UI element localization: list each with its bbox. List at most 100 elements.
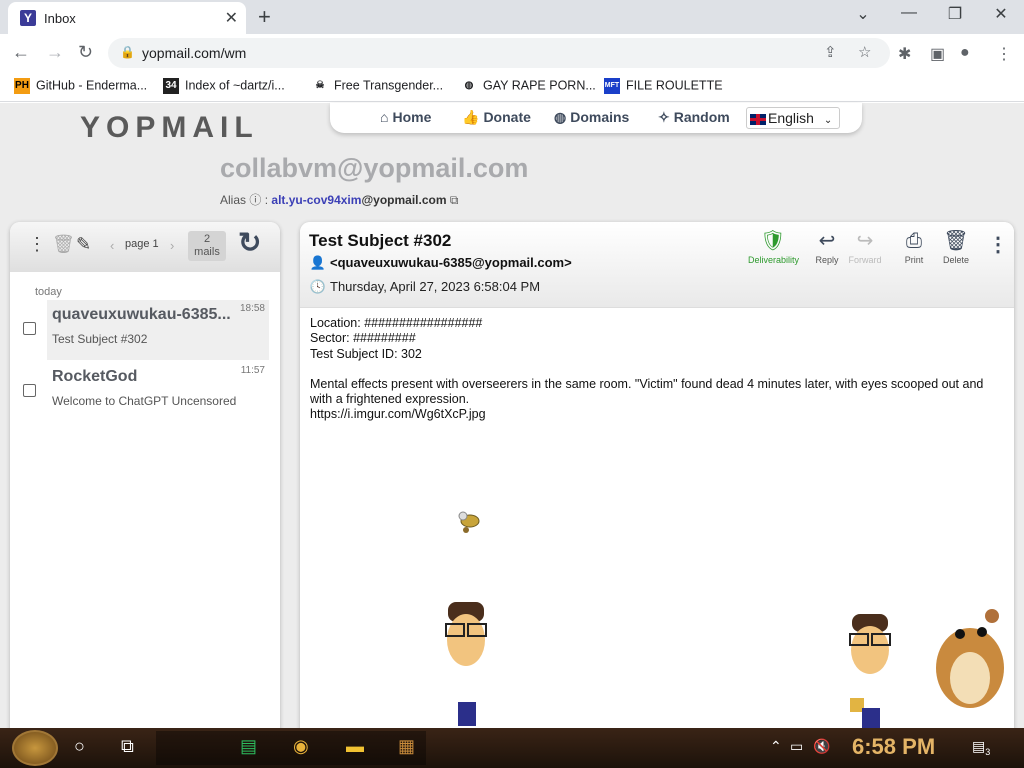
message-body: Location: ################# Sector: ####… [310,316,1000,423]
cartoon-character-sprite [849,614,891,728]
network-icon[interactable]: ▭ [790,738,803,755]
select-checkbox[interactable] [23,384,36,397]
tab-strip: Y Inbox ✕ + ⌄ — ❐ ✕ [0,0,1024,34]
home-icon: ⌂ [380,109,389,125]
list-item[interactable]: quaveuxuwukau-6385... 18:58 Test Subject… [23,300,269,360]
chrome-menu-icon[interactable]: ⋮ [996,44,1012,64]
bookmarks-bar: PH GitHub - Enderma... 34 Index of ~dartz/… [0,72,1024,102]
body-paragraph: Mental effects present with overseerers … [310,376,984,407]
forward-button[interactable]: ↪ Forward [840,230,890,265]
prev-page-icon[interactable]: ‹ [110,238,114,253]
tray-chevron-icon[interactable]: ⌃ [770,738,782,755]
body-test-id: Test Subject ID: 302 [310,346,422,361]
message-sender: 👤 <quaveuxuwukau-6385@yopmail.com> [309,255,572,270]
alias-link[interactable]: alt.yu-cov94xim [271,193,361,207]
refresh-icon[interactable]: ↻ [238,226,261,259]
nav-home[interactable]: ⌂ Home [380,109,431,125]
file-explorer-icon[interactable]: ▬ [346,736,364,757]
message-time: 18:58 [239,303,265,314]
tab-title: Inbox [44,11,76,26]
nav-random[interactable]: ✧ Random [658,109,730,126]
message-date: 🕓 Thursday, April 27, 2023 6:58:04 PM [309,279,541,294]
trash-icon: 🗑 [943,230,969,252]
mft-icon: MFT [604,78,620,94]
address-bar[interactable]: 🔒 yopmail.com/wm ⇪ ☆ [108,38,890,68]
volume-muted-icon[interactable]: 🔇 [813,738,830,755]
tab-search-icon[interactable]: ⌄ [840,4,886,24]
deliverability-button[interactable]: 🛡 Deliverability [748,230,799,265]
chrome-icon[interactable]: ◉ [293,736,309,757]
restore-icon[interactable]: ❐ [932,4,978,24]
inbox-panel: ⋮ 🗑 ✎ ‹ page 1 › 2 mails ↻ today quaveux… [10,222,280,768]
copy-icon[interactable]: ⧉ [450,193,459,207]
thumbs-up-icon: 👍 [462,109,480,125]
uk-flag-icon [750,113,766,125]
globe-icon: ◍ [464,80,474,91]
more-options-icon[interactable]: ⋮ [988,232,1008,257]
list-item[interactable]: RocketGod 11:57 Welcome to ChatGPT Uncen… [23,362,269,422]
mailbox-address: collabvm@yopmail.com [220,153,529,183]
nav-domains[interactable]: ◍ Domains [554,109,629,126]
task-view-icon[interactable]: ⧉ [121,736,134,757]
body-link: https://i.imgur.com/Wg6tXcP.jpg [310,407,486,422]
message-from: quaveuxuwukau-6385... [52,306,231,323]
app-thumbnail-icon[interactable]: ▦ [398,736,415,757]
taskbar: ○ ⧉ ▤ ◉ ▬ ▦ ⌃ ▭ 🔇 6:58 PM ▤3 [0,728,1024,768]
skull-icon: ☠ [315,80,325,91]
inbox-toolbar: ⋮ 🗑 ✎ ‹ page 1 › 2 mails ↻ [10,222,280,272]
mail-count-badge: 2 mails [188,231,226,261]
alias-row: Alias ⓘ : alt.yu-cov94xim@yopmail.com ⧉ [220,193,459,207]
minimize-icon[interactable]: — [886,4,932,22]
notes-app-icon[interactable]: ▤ [240,736,257,757]
screen: Y Inbox ✕ + ⌄ — ❐ ✕ ← → ↻ 🔒 yopmail.com/… [0,0,1024,768]
hamster-sprite [936,609,1004,708]
side-panel-icon[interactable]: ▣ [930,44,945,64]
new-tab-icon[interactable]: + [258,4,271,30]
info-icon[interactable]: ⓘ [249,193,261,207]
message-subject-title: Test Subject #302 [309,231,452,250]
message-from: RocketGod [52,368,138,385]
bookmark-item[interactable]: ☠ Free Transgender... [312,78,444,94]
close-window-icon[interactable]: ✕ [978,4,1024,24]
bookmark-item[interactable]: MFT FILE ROULETTE [604,78,723,94]
bookmark-item[interactable]: 34 Index of ~dartz/i... [163,78,285,94]
select-checkbox[interactable] [23,322,36,335]
terminal-icon: 34 [163,78,179,94]
menu-dots-icon[interactable]: ⋮ [28,234,46,255]
notifications-icon[interactable]: ▤3 [972,738,990,757]
bee-sprite-icon [458,511,480,533]
body-location: Location: ################# [310,316,483,330]
magic-wand-icon: ✧ [658,109,670,125]
share-icon[interactable]: ⇪ [824,43,837,61]
top-navigation: ⌂ Home 👍 Donate ◍ Domains ✧ Random English ⌄ [330,103,862,133]
reload-icon[interactable]: ↻ [78,42,93,63]
message-time: 11:57 [240,365,265,376]
taskbar-clock[interactable]: 6:58 PM [852,734,935,760]
language-select[interactable]: English ⌄ [746,107,840,129]
bookmark-item[interactable]: ◍ GAY RAPE PORN... [461,78,596,94]
delete-button[interactable]: 🗑 Delete [931,230,981,265]
browser-tab[interactable]: Y Inbox ✕ [8,2,246,34]
bookmark-star-icon[interactable]: ☆ [858,43,871,61]
taskbar-apps [156,731,426,765]
forward-icon[interactable]: → [46,42,64,63]
back-icon[interactable]: ← [12,42,30,63]
start-button[interactable] [12,730,58,766]
yopmail-favicon-icon: Y [20,10,36,26]
message-subject: Test Subject #302 [52,332,148,346]
cartoon-character-sprite [445,602,487,726]
bookmark-item[interactable]: PH GitHub - Enderma... [14,78,147,94]
next-page-icon[interactable]: › [170,238,174,253]
trash-icon[interactable]: 🗑 [52,234,75,255]
forward-icon: ↪ [856,230,874,252]
yopmail-logo[interactable]: YOPMAIL [80,111,259,145]
message-panel: Test Subject #302 👤 <quaveuxuwukau-6385@y… [300,222,1014,768]
nav-donate[interactable]: 👍 Donate [462,109,531,126]
message-subject: Welcome to ChatGPT Uncensored [52,394,237,408]
close-tab-icon[interactable]: ✕ [225,8,238,28]
profile-icon[interactable]: ● [960,44,970,62]
search-circle-icon[interactable]: ○ [74,736,85,757]
compose-pencil-icon[interactable]: ✎ [76,234,91,255]
date-group-label: today [35,286,62,298]
extensions-icon[interactable]: ✱ [898,44,911,64]
